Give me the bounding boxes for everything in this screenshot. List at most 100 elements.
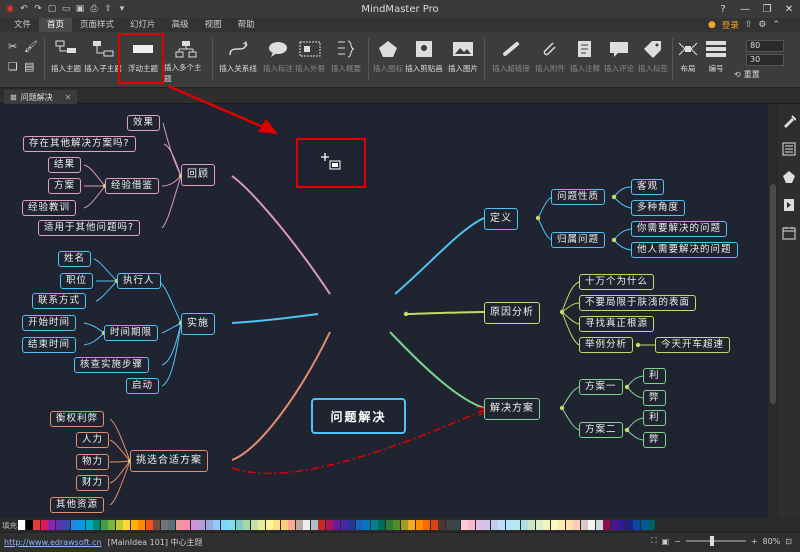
- color-swatch[interactable]: [595, 520, 603, 530]
- subtopic-con-1[interactable]: 弊: [643, 390, 666, 406]
- color-swatch[interactable]: [505, 520, 513, 530]
- color-swatch[interactable]: [123, 520, 130, 530]
- color-swatch[interactable]: [160, 520, 168, 530]
- color-swatch[interactable]: [415, 520, 423, 530]
- color-swatch[interactable]: [40, 520, 48, 530]
- insert-topic-button[interactable]: 插入主题: [48, 34, 84, 84]
- close-button[interactable]: ✕: [778, 0, 800, 18]
- layout-button[interactable]: 布局: [674, 34, 702, 84]
- subtopic-experience[interactable]: 经验借鉴: [105, 178, 160, 194]
- subtopic-launch[interactable]: 启动: [126, 378, 160, 394]
- color-swatch[interactable]: [513, 520, 520, 530]
- color-swatch[interactable]: [453, 520, 460, 530]
- color-swatch[interactable]: [138, 520, 145, 530]
- menu-help[interactable]: 帮助: [230, 18, 263, 32]
- settings-icon[interactable]: ⚙: [758, 20, 766, 30]
- zoom-out-icon[interactable]: −: [674, 537, 681, 546]
- task-panel-icon[interactable]: [780, 224, 798, 242]
- subtopic-other-solutions[interactable]: 存在其他解决方案吗?: [23, 136, 136, 152]
- share-icon[interactable]: ⇧: [745, 20, 753, 30]
- color-swatch[interactable]: [430, 520, 438, 530]
- subtopic-applicable[interactable]: 适用于其他问题吗?: [38, 220, 141, 236]
- zoom-slider-thumb[interactable]: [709, 536, 714, 546]
- close-tab-icon[interactable]: ✕: [65, 93, 72, 102]
- subtopic-contact[interactable]: 联系方式: [32, 293, 87, 309]
- color-swatch[interactable]: [273, 520, 280, 530]
- insert-boundary-button[interactable]: 插入外框: [294, 34, 326, 84]
- fit-screen-icon[interactable]: ⊡: [785, 537, 792, 546]
- help-icon[interactable]: ?: [712, 0, 734, 18]
- color-swatch[interactable]: [528, 520, 535, 530]
- color-swatch[interactable]: [348, 520, 355, 530]
- subtopic-lessons[interactable]: 经验教训: [22, 200, 77, 216]
- subtopic-materials[interactable]: 物力: [76, 454, 110, 470]
- collapse-ribbon-icon[interactable]: ⌃: [772, 20, 780, 30]
- color-swatch[interactable]: [385, 520, 393, 530]
- color-swatch[interactable]: [48, 520, 55, 530]
- login-button[interactable]: 登录: [722, 19, 739, 31]
- insert-clipart-button[interactable]: 插入剪贴画: [404, 34, 444, 84]
- color-swatch[interactable]: [648, 520, 655, 530]
- copy-icon[interactable]: ❏: [8, 60, 18, 73]
- color-swatch[interactable]: [340, 520, 348, 530]
- menu-page-style[interactable]: 页面样式: [72, 18, 122, 32]
- color-swatch[interactable]: [115, 520, 123, 530]
- insert-note-button[interactable]: 插入注释: [568, 34, 602, 84]
- subtopic-ownership[interactable]: 归属问题: [551, 232, 606, 248]
- color-swatch[interactable]: [198, 520, 205, 530]
- document-tab[interactable]: ⊠ 问题解决 ✕: [4, 90, 78, 104]
- subtopic-plan[interactable]: 方案: [48, 178, 82, 194]
- minimize-button[interactable]: —: [734, 0, 756, 18]
- color-swatch[interactable]: [250, 520, 258, 530]
- insert-hyperlink-button[interactable]: 插入超链接: [490, 34, 532, 84]
- color-swatch[interactable]: [565, 520, 573, 530]
- color-swatch[interactable]: [318, 520, 325, 530]
- color-swatch[interactable]: [303, 520, 310, 530]
- subtopic-executor[interactable]: 执行人: [117, 273, 161, 289]
- central-topic[interactable]: 问题解决: [311, 398, 406, 434]
- cut-icon[interactable]: ✂: [8, 40, 17, 53]
- color-swatch[interactable]: [378, 520, 385, 530]
- color-swatch[interactable]: [468, 520, 475, 530]
- color-swatch[interactable]: [168, 520, 175, 530]
- color-swatch[interactable]: [445, 520, 453, 530]
- topic-review[interactable]: 回顾: [181, 164, 215, 186]
- color-swatch[interactable]: [243, 520, 250, 530]
- menu-view[interactable]: 视图: [197, 18, 230, 32]
- color-swatch[interactable]: [550, 520, 558, 530]
- clipart-panel-icon[interactable]: [780, 196, 798, 214]
- insert-summary-button[interactable]: 插入概要: [326, 34, 366, 84]
- user-icon[interactable]: ●: [708, 20, 716, 30]
- color-swatch[interactable]: [355, 520, 363, 530]
- color-swatch[interactable]: [258, 520, 265, 530]
- color-swatch[interactable]: [618, 520, 625, 530]
- subtopic-example[interactable]: 举例分析: [579, 337, 634, 353]
- insert-multiple-topics-button[interactable]: 插入多个主题: [164, 34, 208, 84]
- fit-page-icon[interactable]: ▣: [662, 537, 670, 546]
- subtopic-multi-angle[interactable]: 多种角度: [631, 200, 686, 216]
- icon-panel-icon[interactable]: [780, 168, 798, 186]
- insert-subtopic-button[interactable]: 插入子主题: [84, 34, 122, 84]
- color-swatch[interactable]: [400, 520, 408, 530]
- color-swatch[interactable]: [333, 520, 340, 530]
- vertical-scrollbar[interactable]: [768, 104, 778, 518]
- insert-relationship-button[interactable]: 插入关系线: [216, 34, 260, 84]
- color-swatch[interactable]: [393, 520, 400, 530]
- color-swatch[interactable]: [438, 520, 445, 530]
- color-swatch[interactable]: [625, 520, 633, 530]
- subtopic-manpower[interactable]: 人力: [76, 432, 110, 448]
- color-swatch[interactable]: [130, 520, 138, 530]
- color-swatch[interactable]: [280, 520, 288, 530]
- color-swatch[interactable]: [288, 520, 295, 530]
- color-swatch[interactable]: [190, 520, 198, 530]
- color-swatch[interactable]: [220, 520, 228, 530]
- subtopic-objective[interactable]: 客观: [631, 179, 665, 195]
- insert-comment-button[interactable]: 插入评论: [602, 34, 636, 84]
- color-swatch[interactable]: [205, 520, 213, 530]
- color-swatch[interactable]: [310, 520, 318, 530]
- zoom-slider[interactable]: [685, 536, 746, 546]
- menu-advanced[interactable]: 高级: [164, 18, 197, 32]
- mindmap-canvas[interactable]: 问题解决 回顾 效果 存在其他解决方案吗? 经验借鉴 适用于其他问题吗? 结果 …: [0, 104, 768, 518]
- subtopic-not-surface[interactable]: 不要局限于肤浅的表面: [579, 295, 697, 311]
- subtopic-nature[interactable]: 问题性质: [551, 189, 606, 205]
